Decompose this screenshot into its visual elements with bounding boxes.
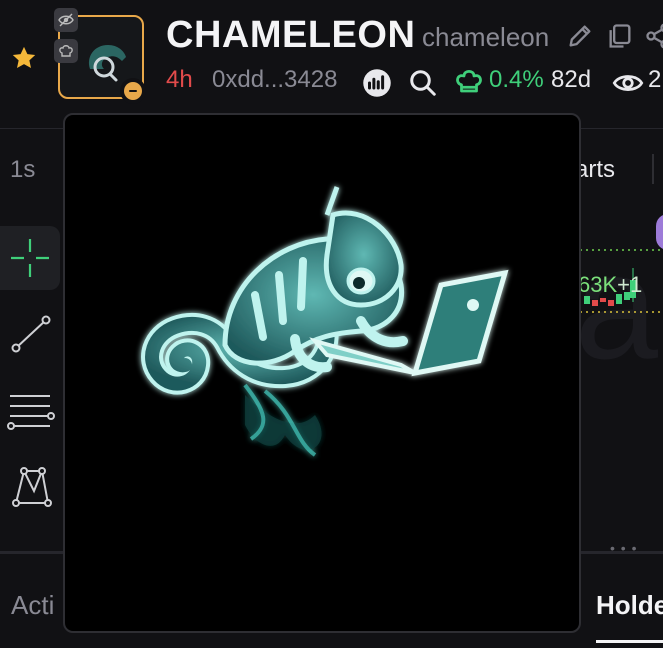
active-tab-underline <box>596 640 663 643</box>
token-name: CHAMELEON <box>166 14 416 56</box>
resize-handle[interactable]: • • • <box>610 540 637 556</box>
token-age: 4h <box>166 66 193 93</box>
chef-hat-icon <box>59 45 73 57</box>
token-ticker: chameleon <box>422 22 550 52</box>
horizontal-lines-icon <box>7 395 55 430</box>
price-value: 63K <box>578 272 618 297</box>
crosshair-icon <box>11 239 49 277</box>
price-label: 63K+1 <box>578 272 642 298</box>
view-count: 2 <box>648 66 662 93</box>
pattern-tool[interactable] <box>0 454 60 518</box>
tab-charts[interactable]: arts <box>575 156 615 184</box>
pencil-icon[interactable] <box>566 22 594 50</box>
eye-icon <box>612 75 644 91</box>
horizontal-lines-tool[interactable] <box>0 378 60 442</box>
tab-separator <box>652 154 654 184</box>
price-change: +1 <box>617 272 643 297</box>
tab-holders[interactable]: Holde <box>596 590 663 621</box>
crosshair-tool[interactable] <box>0 226 60 290</box>
chef-hat-icon <box>456 69 482 93</box>
share-icon[interactable] <box>644 22 663 50</box>
chameleon-image <box>141 186 509 457</box>
svg-text:a: a <box>580 222 659 390</box>
dev-badge[interactable] <box>54 39 78 63</box>
hide-toggle[interactable] <box>54 8 78 32</box>
trendline-tool[interactable] <box>0 302 60 366</box>
chart-icon[interactable] <box>362 68 392 98</box>
contract-address[interactable]: 0xdd...3428 <box>212 66 337 94</box>
hide-icon <box>58 13 74 27</box>
token-days: 82d <box>551 66 592 93</box>
pattern-icon <box>12 467 52 507</box>
token-image-preview <box>63 113 581 633</box>
status-badge <box>120 78 146 104</box>
tab-activity[interactable]: Acti <box>11 590 54 621</box>
token-header: CHAMELEON chameleon 4h 0xdd...3428 0.4% … <box>0 0 663 129</box>
copy-icon[interactable] <box>606 22 634 50</box>
trendline-icon <box>11 315 51 353</box>
price-chart[interactable]: a <box>580 188 663 548</box>
search-icon[interactable] <box>408 68 438 98</box>
dev-holding-percent: 0.4% <box>489 66 544 93</box>
timeframe-selector[interactable]: 1s <box>10 156 35 184</box>
star-icon[interactable] <box>10 44 38 72</box>
